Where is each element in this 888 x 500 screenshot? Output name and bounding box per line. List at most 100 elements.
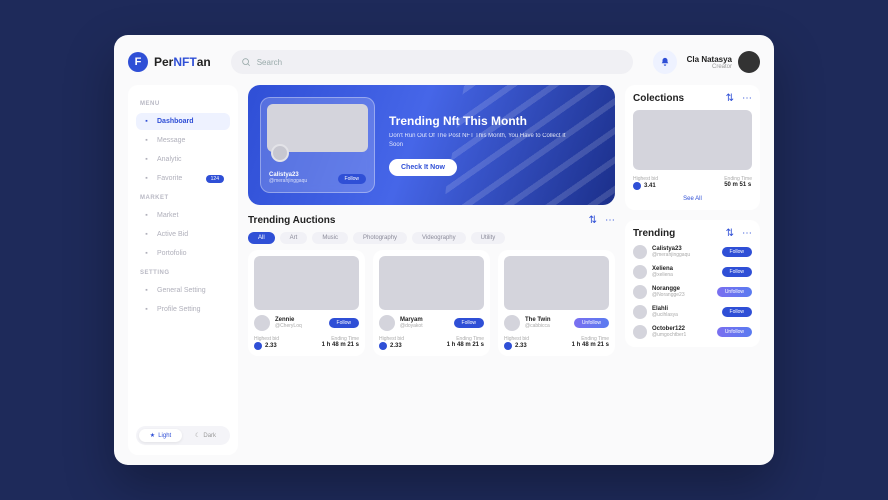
trending-item[interactable]: Calistya23@merahjinggaqu Follow bbox=[633, 245, 752, 259]
menu-section-label: SETTING bbox=[140, 270, 226, 276]
eth-icon bbox=[504, 342, 512, 350]
creator-avatar bbox=[633, 305, 647, 319]
creator-avatar bbox=[504, 315, 520, 331]
more-icon[interactable]: ⋯ bbox=[742, 228, 752, 239]
unfollow-button[interactable]: Unfollow bbox=[717, 327, 752, 337]
tab-music[interactable]: Music bbox=[312, 232, 348, 244]
eth-icon bbox=[633, 182, 641, 190]
creator-handle: @cabbicca bbox=[525, 323, 551, 329]
sidebar-item-portofolio[interactable]: ▪ Portofolio bbox=[136, 245, 230, 262]
auction-card[interactable]: The Twin@cabbicca Unfollow Highest bid2.… bbox=[498, 250, 615, 356]
tab-art[interactable]: Art bbox=[280, 232, 308, 244]
sidebar-item-label: Dashboard bbox=[157, 118, 194, 125]
sidebar-item-analytic[interactable]: ▪ Analytic bbox=[136, 151, 230, 168]
sidebar-item-label: Favorite bbox=[157, 175, 182, 182]
avatar bbox=[738, 51, 760, 73]
creator-avatar bbox=[633, 245, 647, 259]
profile-menu[interactable]: Cla Natasya Creator bbox=[687, 51, 760, 73]
bell-icon bbox=[660, 57, 670, 67]
creator-handle: @ucihlasya bbox=[652, 312, 717, 318]
auction-card[interactable]: Maryam@doyakot Follow Highest bid2.33 En… bbox=[373, 250, 490, 356]
auction-card[interactable]: Zennie@CheryLoq Follow Highest bid2.33 E… bbox=[248, 250, 365, 356]
trending-title: Trending bbox=[633, 228, 675, 239]
search-icon bbox=[241, 57, 251, 67]
chart-icon: ▪ bbox=[142, 155, 151, 164]
trending-item[interactable]: Xeliena@xeliena Follow bbox=[633, 265, 752, 279]
sidebar-item-profile-setting[interactable]: ▪Profile Setting bbox=[136, 301, 230, 318]
sidebar-item-label: Analytic bbox=[157, 156, 182, 163]
portfolio-icon: ▪ bbox=[142, 249, 151, 258]
tab-videography[interactable]: Videography bbox=[412, 232, 466, 244]
theme-light[interactable]: ★Light bbox=[139, 429, 182, 442]
right-column: Colections ⇅ ⋯ Highest bid 3.41 Ending T… bbox=[625, 85, 760, 455]
follow-button[interactable]: Follow bbox=[454, 318, 484, 328]
creator-handle: @merahjinggaqu bbox=[269, 178, 307, 184]
sidebar-item-label: Portofolio bbox=[157, 250, 187, 257]
sidebar-item-label: Profile Setting bbox=[157, 306, 201, 313]
more-icon[interactable]: ⋯ bbox=[605, 215, 615, 226]
profile-role: Creator bbox=[687, 64, 732, 70]
topbar: F PerNFTan Search Cla Natasya Creator bbox=[128, 45, 760, 79]
sidebar-item-label: Message bbox=[157, 137, 185, 144]
hero-follow-button[interactable]: Follow bbox=[338, 174, 366, 184]
collections-title: Colections bbox=[633, 93, 684, 104]
sidebar-item-favorite[interactable]: ▪Favorite124 bbox=[136, 170, 230, 187]
gear-icon: ▪ bbox=[142, 286, 151, 295]
follow-button[interactable]: Follow bbox=[722, 267, 752, 277]
theme-toggle[interactable]: ★Light☾Dark bbox=[136, 426, 230, 445]
creator-handle: @merahjinggaqu bbox=[652, 252, 717, 258]
nft-thumbnail bbox=[379, 256, 484, 310]
follow-button[interactable]: Follow bbox=[722, 247, 752, 257]
theme-dark[interactable]: ☾Dark bbox=[184, 429, 227, 442]
creator-avatar bbox=[633, 325, 647, 339]
filter-icon[interactable]: ⇅ bbox=[726, 228, 734, 239]
sidebar-item-active-bid[interactable]: ▪Active Bid bbox=[136, 226, 230, 243]
creator-handle: @umgochtber1 bbox=[652, 332, 712, 338]
creator-avatar bbox=[379, 315, 395, 331]
tab-utility[interactable]: Utility bbox=[471, 232, 506, 244]
notifications-button[interactable] bbox=[653, 50, 677, 74]
unfollow-button[interactable]: Unfollow bbox=[717, 287, 752, 297]
hero-featured-card[interactable]: Calistya23 @merahjinggaqu Follow bbox=[260, 97, 375, 193]
section-title: Trending Auctions bbox=[248, 215, 335, 226]
filter-icon[interactable]: ⇅ bbox=[589, 215, 597, 226]
sidebar-item-dashboard[interactable]: ▪Dashboard bbox=[136, 113, 230, 130]
trending-item[interactable]: Elahli@ucihlasya Follow bbox=[633, 305, 752, 319]
filter-icon[interactable]: ⇅ bbox=[726, 93, 734, 104]
tab-all[interactable]: All bbox=[248, 232, 275, 244]
sidebar-item-message[interactable]: ▪Message bbox=[136, 132, 230, 149]
trending-panel: Trending ⇅ ⋯ Calistya23@merahjinggaqu Fo… bbox=[625, 220, 760, 347]
sidebar-item-market[interactable]: ▪Market bbox=[136, 207, 230, 224]
more-icon[interactable]: ⋯ bbox=[742, 93, 752, 104]
eth-icon bbox=[254, 342, 262, 350]
hero-cta-button[interactable]: Check It Now bbox=[389, 159, 457, 176]
creator-avatar bbox=[254, 315, 270, 331]
creator-handle: @xeliena bbox=[652, 272, 717, 278]
follow-button[interactable]: Follow bbox=[329, 318, 359, 328]
trending-item[interactable]: Norangge@Norangge23 Unfollow bbox=[633, 285, 752, 299]
sidebar-item-label: General Setting bbox=[157, 287, 206, 294]
collection-thumbnail[interactable] bbox=[633, 110, 752, 170]
creator-handle: @CheryLoq bbox=[275, 323, 302, 329]
moon-icon: ☾ bbox=[195, 432, 200, 439]
sidebar-badge: 124 bbox=[206, 175, 224, 183]
creator-avatar bbox=[271, 144, 289, 162]
see-all-link[interactable]: See All bbox=[633, 196, 752, 202]
bid-icon: ▪ bbox=[142, 230, 151, 239]
nft-thumbnail bbox=[504, 256, 609, 310]
tab-photography[interactable]: Photography bbox=[353, 232, 407, 244]
trending-item[interactable]: October122@umgochtber1 Unfollow bbox=[633, 325, 752, 339]
collections-panel: Colections ⇅ ⋯ Highest bid 3.41 Ending T… bbox=[625, 85, 760, 210]
search-input[interactable]: Search bbox=[231, 50, 633, 74]
auction-cards: Zennie@CheryLoq Follow Highest bid2.33 E… bbox=[248, 250, 615, 356]
star-icon: ★ bbox=[150, 432, 155, 439]
brand-logo[interactable]: F PerNFTan bbox=[128, 52, 211, 72]
creator-handle: @doyakot bbox=[400, 323, 423, 329]
unfollow-button[interactable]: Unfollow bbox=[574, 318, 609, 328]
auctions-section: Trending Auctions ⇅ ⋯ All Art Music Photogr… bbox=[248, 215, 615, 356]
main-content: Calistya23 @merahjinggaqu Follow Trendin… bbox=[248, 85, 615, 455]
follow-button[interactable]: Follow bbox=[722, 307, 752, 317]
hero-title: Trending Nft This Month bbox=[389, 114, 579, 128]
sidebar-item-general-setting[interactable]: ▪ General Setting bbox=[136, 282, 230, 299]
logo-text: PerNFTan bbox=[154, 55, 211, 69]
